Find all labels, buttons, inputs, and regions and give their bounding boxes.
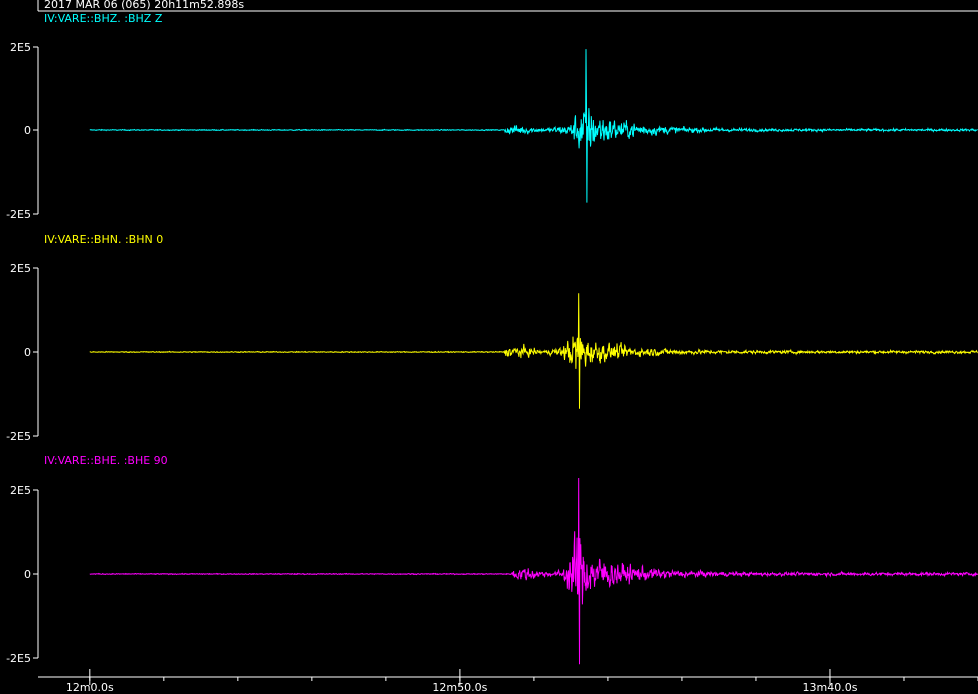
seismogram-chart: 2017 MAR 06 (065) 20h11m52.898s IV:VARE:… bbox=[6, 0, 978, 694]
waveform-trace bbox=[89, 49, 978, 203]
x-tick-label: 12m0.0s bbox=[66, 681, 114, 694]
x-tick-label: 12m50.0s bbox=[432, 681, 487, 694]
y-tick-label: 0 bbox=[24, 346, 31, 359]
y-tick-label: 2E5 bbox=[10, 41, 31, 54]
waveform-trace bbox=[89, 477, 978, 665]
trace-panel-2: IV:VARE::BHE. :BHE 902E50-2E5 bbox=[6, 454, 978, 665]
y-tick-label: -2E5 bbox=[6, 652, 31, 665]
y-tick-label: 2E5 bbox=[10, 484, 31, 497]
trace-panels: IV:VARE::BHZ. :BHZ Z2E50-2E5IV:VARE::BHN… bbox=[6, 12, 978, 665]
trace-panel-1: IV:VARE::BHN. :BHN 02E50-2E5 bbox=[6, 233, 978, 443]
x-tick-label: 13m40.0s bbox=[802, 681, 857, 694]
y-tick-label: -2E5 bbox=[6, 430, 31, 443]
time-axis: 12m0.0s 12m50.0s 13m40.0s bbox=[38, 669, 978, 694]
waveform-trace bbox=[89, 293, 978, 409]
channel-label: IV:VARE::BHE. :BHE 90 bbox=[44, 454, 168, 467]
header-datetime: 2017 MAR 06 (065) 20h11m52.898s bbox=[44, 0, 244, 11]
y-tick-label: 0 bbox=[24, 124, 31, 137]
trace-panel-0: IV:VARE::BHZ. :BHZ Z2E50-2E5 bbox=[6, 12, 978, 221]
channel-label: IV:VARE::BHN. :BHN 0 bbox=[44, 233, 163, 246]
y-tick-label: -2E5 bbox=[6, 208, 31, 221]
y-tick-label: 2E5 bbox=[10, 262, 31, 275]
channel-label: IV:VARE::BHZ. :BHZ Z bbox=[44, 12, 163, 25]
y-tick-label: 0 bbox=[24, 568, 31, 581]
